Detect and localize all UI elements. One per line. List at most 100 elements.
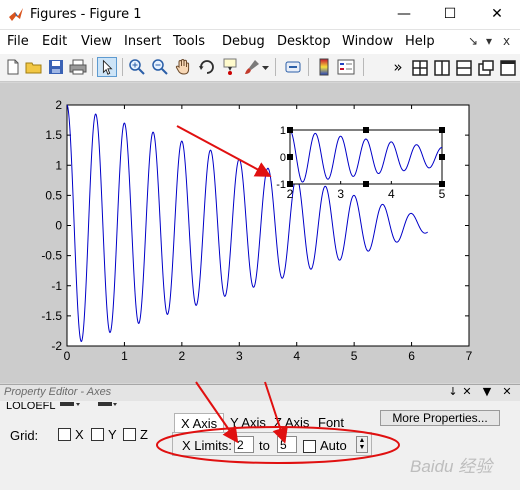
open-file-icon[interactable] xyxy=(24,57,44,77)
menu-edit[interactable]: Edit xyxy=(42,34,67,49)
panel-menu-icon[interactable]: ▼ xyxy=(480,385,494,398)
x-tick-label: 7 xyxy=(466,349,473,363)
menu-desktop[interactable]: Desktop xyxy=(277,34,331,49)
menu-bar: File Edit View Insert Tools Debug Deskto… xyxy=(0,30,520,54)
y-tick-label: 0 xyxy=(55,219,62,233)
brush-icon[interactable] xyxy=(242,57,262,77)
color-picker-icons[interactable] xyxy=(58,402,118,412)
x-limit-max-input[interactable]: 5 xyxy=(277,436,297,453)
brush-dropdown-icon[interactable] xyxy=(261,57,270,77)
auto-label: Auto xyxy=(320,438,347,453)
selection-handle xyxy=(287,127,293,133)
pan-hand-icon[interactable] xyxy=(173,57,193,77)
property-editor-header: Property Editor - Axes ↓ ✕ ▼ ✕ xyxy=(0,385,520,401)
maximize-button[interactable]: ☐ xyxy=(427,0,473,30)
tab-z-axis[interactable]: Z Axis xyxy=(268,413,315,433)
to-label: to xyxy=(259,438,270,453)
zoom-out-icon[interactable] xyxy=(150,57,170,77)
float-layout-icon[interactable] xyxy=(476,58,496,78)
more-properties-button[interactable]: More Properties... xyxy=(380,410,500,426)
close-editor-icon[interactable]: ✕ xyxy=(500,385,514,398)
y-tick-label: 2 xyxy=(55,98,62,112)
menu-help[interactable]: Help xyxy=(405,34,435,49)
toolbar-more-icon[interactable]: » xyxy=(388,56,408,78)
inset-y-tick-label: 1 xyxy=(280,125,286,137)
x-tick-label: 0 xyxy=(64,349,71,363)
x-tick-label: 5 xyxy=(351,349,358,363)
inset-x-tick-label: 3 xyxy=(337,187,344,201)
toolbar-separator xyxy=(275,58,276,76)
toolbar-separator xyxy=(92,58,93,76)
toolbar-separator xyxy=(308,58,309,76)
menu-debug[interactable]: Debug xyxy=(222,34,265,49)
close-panel-icon[interactable]: ✕ xyxy=(460,385,474,398)
menu-file[interactable]: File xyxy=(7,34,29,49)
maximize-layout-icon[interactable] xyxy=(498,58,518,78)
figure-canvas: 0 1 2 3 4 5 6 7 2 1.5 1 0.5 0 -0.5 -1 -1.5 -2 2 3 4 5 1 0 -1 xyxy=(0,83,520,383)
inset-x-tick-label: 2 xyxy=(287,187,294,201)
inset-x-tick-label: 4 xyxy=(388,187,395,201)
selection-handle xyxy=(287,154,293,160)
y-tick-label: 1.5 xyxy=(45,128,62,142)
x-tick-label: 6 xyxy=(408,349,415,363)
minimize-button[interactable]: — xyxy=(381,0,427,30)
y-tick-label: -2 xyxy=(51,339,62,353)
rotate-3d-icon[interactable] xyxy=(197,57,217,77)
print-icon[interactable] xyxy=(68,57,88,77)
auto-limits-checkbox[interactable] xyxy=(303,440,316,453)
property-editor-panel: Property Editor - Axes ↓ ✕ ▼ ✕ LOLOEFL G… xyxy=(0,384,520,490)
y-tick-label: 1 xyxy=(55,158,62,172)
data-cursor-icon[interactable] xyxy=(220,57,240,77)
undock-panel-icon[interactable]: ↓ xyxy=(446,385,460,398)
save-icon[interactable] xyxy=(46,57,66,77)
y-tick-label: 0.5 xyxy=(45,188,62,202)
close-button[interactable]: ✕ xyxy=(474,0,520,30)
dropdown-icon[interactable]: ▾ xyxy=(486,34,492,48)
zoom-in-icon[interactable] xyxy=(127,57,147,77)
grid-y-checkbox[interactable] xyxy=(91,428,104,441)
y-tick-label: -1.5 xyxy=(41,309,62,323)
y-tick-label: -0.5 xyxy=(41,249,62,263)
top-bottom-layout-icon[interactable] xyxy=(454,58,474,78)
grid-z-checkbox[interactable] xyxy=(123,428,136,441)
inset-x-tick-label: 5 xyxy=(439,187,446,201)
title-bar: Figures - Figure 1 — ☐ ✕ xyxy=(0,0,520,30)
plot-area: 0 1 2 3 4 5 6 7 2 1.5 1 0.5 0 -0.5 -1 -1.5 -2 2 3 4 5 1 0 -1 xyxy=(41,98,473,363)
tile-layout-icon[interactable] xyxy=(410,58,430,78)
grid-x-checkbox[interactable] xyxy=(58,428,71,441)
selection-handle xyxy=(439,127,445,133)
close-figure-icon[interactable]: x xyxy=(503,34,510,48)
matlab-logo-icon xyxy=(9,8,23,21)
toolbar-separator xyxy=(363,58,364,76)
x-tick-label: 2 xyxy=(179,349,186,363)
menu-tools[interactable]: Tools xyxy=(173,34,205,49)
link-plot-icon[interactable] xyxy=(283,57,303,77)
grid-label: Grid: xyxy=(10,428,39,443)
legend-icon[interactable] xyxy=(336,57,356,77)
edit-plot-arrow-icon[interactable] xyxy=(97,57,117,77)
new-figure-icon[interactable] xyxy=(3,57,23,77)
limits-spinner[interactable]: ▲ ▼ xyxy=(356,436,368,453)
tab-font[interactable]: Font xyxy=(312,413,350,433)
toolbar-separator xyxy=(122,58,123,76)
menu-window[interactable]: Window xyxy=(342,34,393,49)
selection-handle xyxy=(363,181,369,187)
x-tick-label: 4 xyxy=(293,349,300,363)
selection-handle xyxy=(439,154,445,160)
tab-y-axis[interactable]: Y Axis xyxy=(224,413,272,433)
x-limit-min-input[interactable]: 2 xyxy=(234,436,254,453)
left-right-layout-icon[interactable] xyxy=(432,58,452,78)
menu-view[interactable]: View xyxy=(81,34,112,49)
selection-handle xyxy=(363,127,369,133)
x-tick-label: 3 xyxy=(236,349,243,363)
menu-insert[interactable]: Insert xyxy=(124,34,161,49)
property-editor-title: Property Editor - Axes xyxy=(4,386,112,398)
x-tick-label: 1 xyxy=(121,349,128,363)
undock-icon[interactable]: ↘ xyxy=(468,34,478,48)
x-limits-label: X Limits: xyxy=(182,438,232,453)
grid-z-label: Z xyxy=(140,427,148,442)
y-tick-label: -1 xyxy=(51,279,62,293)
colorbar-icon[interactable] xyxy=(314,57,334,77)
tab-x-axis[interactable]: X Axis xyxy=(174,413,225,433)
inset-y-tick-label: 0 xyxy=(280,152,286,164)
